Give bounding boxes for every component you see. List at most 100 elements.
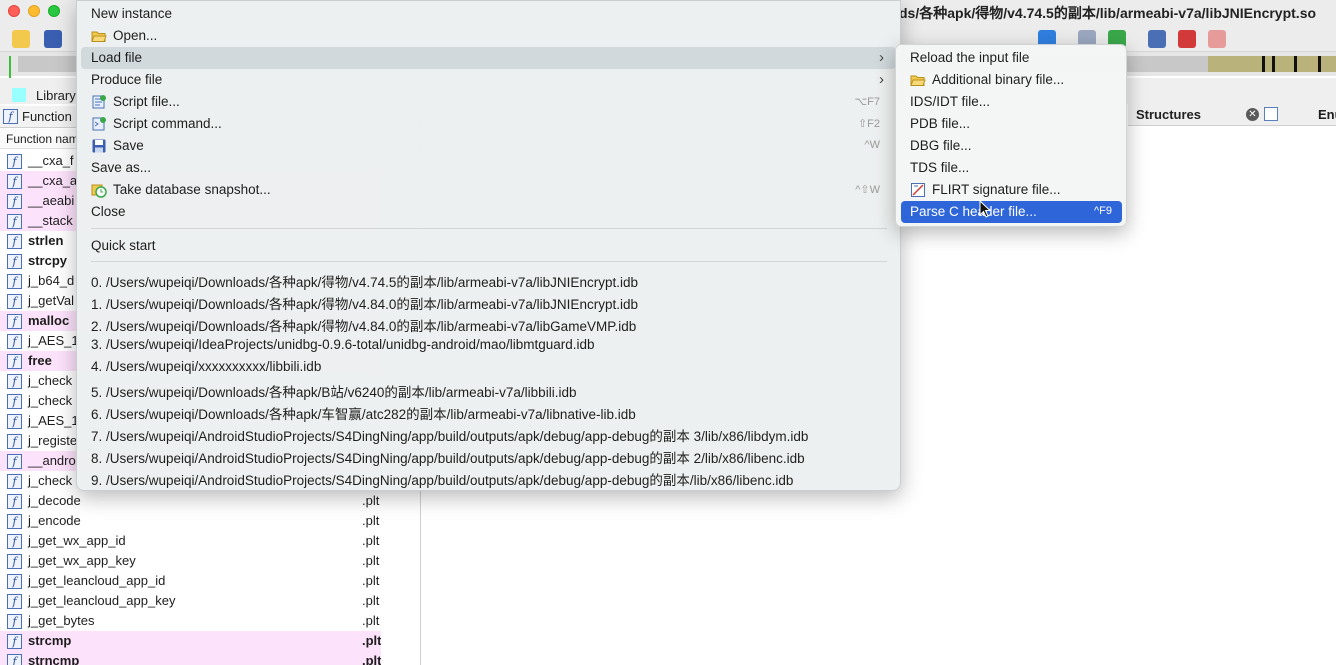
function-name: j_check — [28, 393, 73, 408]
submenu-item-label: IDS/IDT file... — [910, 94, 991, 109]
function-row[interactable]: f j_encode .plt — [0, 511, 381, 531]
structures-tab-label[interactable]: Structures — [1136, 107, 1201, 122]
function-name: __stack — [28, 213, 73, 228]
function-icon: f — [7, 354, 22, 369]
menu-item-label: New instance — [91, 6, 173, 21]
submenu-item-pdb-file[interactable]: PDB file... — [901, 113, 1122, 135]
menu-item-label: Load file — [91, 50, 143, 65]
close-window-button[interactable] — [8, 5, 20, 17]
structures-grid-icon — [1264, 107, 1278, 121]
function-segment: .plt — [362, 653, 381, 665]
menu-item-open[interactable]: Open... — [81, 25, 896, 47]
menu-separator — [91, 228, 887, 229]
submenu-item-additional-binary-file[interactable]: Additional binary file... — [901, 69, 1122, 91]
open-toolbar-icon[interactable] — [12, 30, 30, 48]
submenu-item-label: Reload the input file — [910, 50, 1030, 65]
function-row[interactable]: f strcmp .plt — [0, 631, 381, 651]
function-name: __cxa_a — [28, 173, 78, 188]
function-icon: f — [7, 214, 22, 229]
function-name: j_get_wx_app_key — [28, 553, 136, 568]
function-segment: .plt — [362, 593, 380, 608]
function-row[interactable]: f j_get_bytes .plt — [0, 611, 381, 631]
function-name: strlen — [28, 233, 64, 248]
function-icon: f — [3, 109, 18, 124]
menu-item-save-as[interactable]: Save as... — [81, 157, 896, 179]
submenu-item-dbg-file[interactable]: DBG file... — [901, 135, 1122, 157]
recent-file-item[interactable]: 6. /Users/wupeiqi/Downloads/各种apk/车智赢/at… — [91, 403, 636, 423]
function-name: j_AES_1 — [28, 413, 79, 428]
snapshot-icon — [91, 182, 107, 198]
submenu-item-label: PDB file... — [910, 116, 971, 131]
recent-file-item[interactable]: 7. /Users/wupeiqi/AndroidStudioProjects/… — [91, 425, 808, 445]
function-segment: .plt — [362, 533, 380, 548]
recent-file-item[interactable]: 0. /Users/wupeiqi/Downloads/各种apk/得物/v4.… — [91, 271, 638, 291]
function-row[interactable]: f j_get_wx_app_key .plt — [0, 551, 381, 571]
submenu-item-parse-c-header-file[interactable]: Parse C header file... ^F9 — [901, 201, 1122, 223]
function-icon: f — [7, 234, 22, 249]
function-name: strcmp — [28, 633, 72, 648]
function-icon: f — [7, 554, 22, 569]
function-row[interactable]: f j_get_leancloud_app_key .plt — [0, 591, 381, 611]
menu-item-script-command[interactable]: Script command... ⇧F2 — [81, 113, 896, 135]
list-toolbar-icon[interactable] — [1148, 30, 1166, 48]
menu-item-shortcut: ⌥F7 — [854, 96, 880, 108]
function-name: j_encode — [28, 513, 81, 528]
menu-item-script-file[interactable]: Script file... ⌥F7 — [81, 91, 896, 113]
quick-start-item[interactable]: Quick start — [91, 238, 156, 253]
recent-file-item[interactable]: 8. /Users/wupeiqi/AndroidStudioProjects/… — [91, 447, 805, 467]
menu-item-save[interactable]: Save ^W — [81, 135, 896, 157]
navigation-marker — [1272, 56, 1275, 72]
function-icon: f — [7, 154, 22, 169]
function-name: j_get_bytes — [28, 613, 95, 628]
menu-item-produce-file[interactable]: Produce file › — [81, 69, 896, 91]
minimize-window-button[interactable] — [28, 5, 40, 17]
function-row[interactable]: f j_get_wx_app_id .plt — [0, 531, 381, 551]
column-header-label: Function nam — [6, 132, 79, 146]
submenu-item-tds-file[interactable]: TDS file... — [901, 157, 1122, 179]
submenu-item-flirt-signature-file[interactable]: FLIRT signature file... — [901, 179, 1122, 201]
function-icon: f — [7, 474, 22, 489]
menu-item-label: Script file... — [113, 94, 180, 109]
add-breakpoint-toolbar-icon[interactable] — [1178, 30, 1196, 48]
function-icon: f — [7, 534, 22, 549]
submenu-item-label: FLIRT signature file... — [932, 182, 1061, 197]
recent-file-item[interactable]: 3. /Users/wupeiqi/IdeaProjects/unidbg-0.… — [91, 337, 595, 352]
submenu-item-label: Parse C header file... — [910, 204, 1037, 219]
function-row[interactable]: f strncmp .plt — [0, 651, 381, 665]
function-icon: f — [7, 194, 22, 209]
save-toolbar-icon[interactable] — [44, 30, 62, 48]
flirt-icon — [910, 182, 926, 198]
function-name: free — [28, 353, 52, 368]
function-name: j_b64_d — [28, 273, 75, 288]
function-row[interactable]: f j_get_leancloud_app_id .plt — [0, 571, 381, 591]
delete-breakpoint-toolbar-icon[interactable] — [1208, 30, 1226, 48]
function-segment: .plt — [362, 613, 380, 628]
navigation-marker — [1262, 56, 1265, 72]
menu-item-label: Close — [91, 204, 126, 219]
function-segment: .plt — [362, 553, 380, 568]
submenu-item-ids-idt-file[interactable]: IDS/IDT file... — [901, 91, 1122, 113]
close-icon[interactable]: ✕ — [1246, 108, 1259, 121]
recent-file-item[interactable]: 9. /Users/wupeiqi/AndroidStudioProjects/… — [91, 469, 793, 489]
function-icon: f — [7, 634, 22, 649]
menu-item-take-database-snapshot[interactable]: Take database snapshot... ^⇧W — [81, 179, 896, 201]
recent-file-item[interactable]: 2. /Users/wupeiqi/Downloads/各种apk/得物/v4.… — [91, 315, 636, 335]
function-icon: f — [7, 574, 22, 589]
function-row[interactable]: f j_decode .plt — [0, 491, 381, 511]
maximize-window-button[interactable] — [48, 5, 60, 17]
menu-item-close[interactable]: Close — [81, 201, 896, 223]
function-name: strcpy — [28, 253, 68, 268]
function-icon: f — [7, 494, 22, 509]
menu-item-new-instance[interactable]: New instance — [81, 3, 896, 25]
function-icon: f — [7, 594, 22, 609]
function-icon: f — [7, 414, 22, 429]
function-icon: f — [7, 314, 22, 329]
recent-file-item[interactable]: 5. /Users/wupeiqi/Downloads/各种apk/B站/v62… — [91, 381, 576, 401]
menu-item-load-file[interactable]: Load file › — [81, 47, 896, 69]
submenu-item-shortcut: ^F9 — [1094, 205, 1112, 217]
recent-file-item[interactable]: 4. /Users/wupeiqi/xxxxxxxxxx/libbili.idb — [91, 359, 321, 374]
function-icon: f — [7, 454, 22, 469]
submenu-item-reload-the-input-file[interactable]: Reload the input file — [901, 47, 1122, 69]
recent-file-item[interactable]: 1. /Users/wupeiqi/Downloads/各种apk/得物/v4.… — [91, 293, 638, 313]
enums-tab-label[interactable]: Enu — [1318, 107, 1336, 122]
